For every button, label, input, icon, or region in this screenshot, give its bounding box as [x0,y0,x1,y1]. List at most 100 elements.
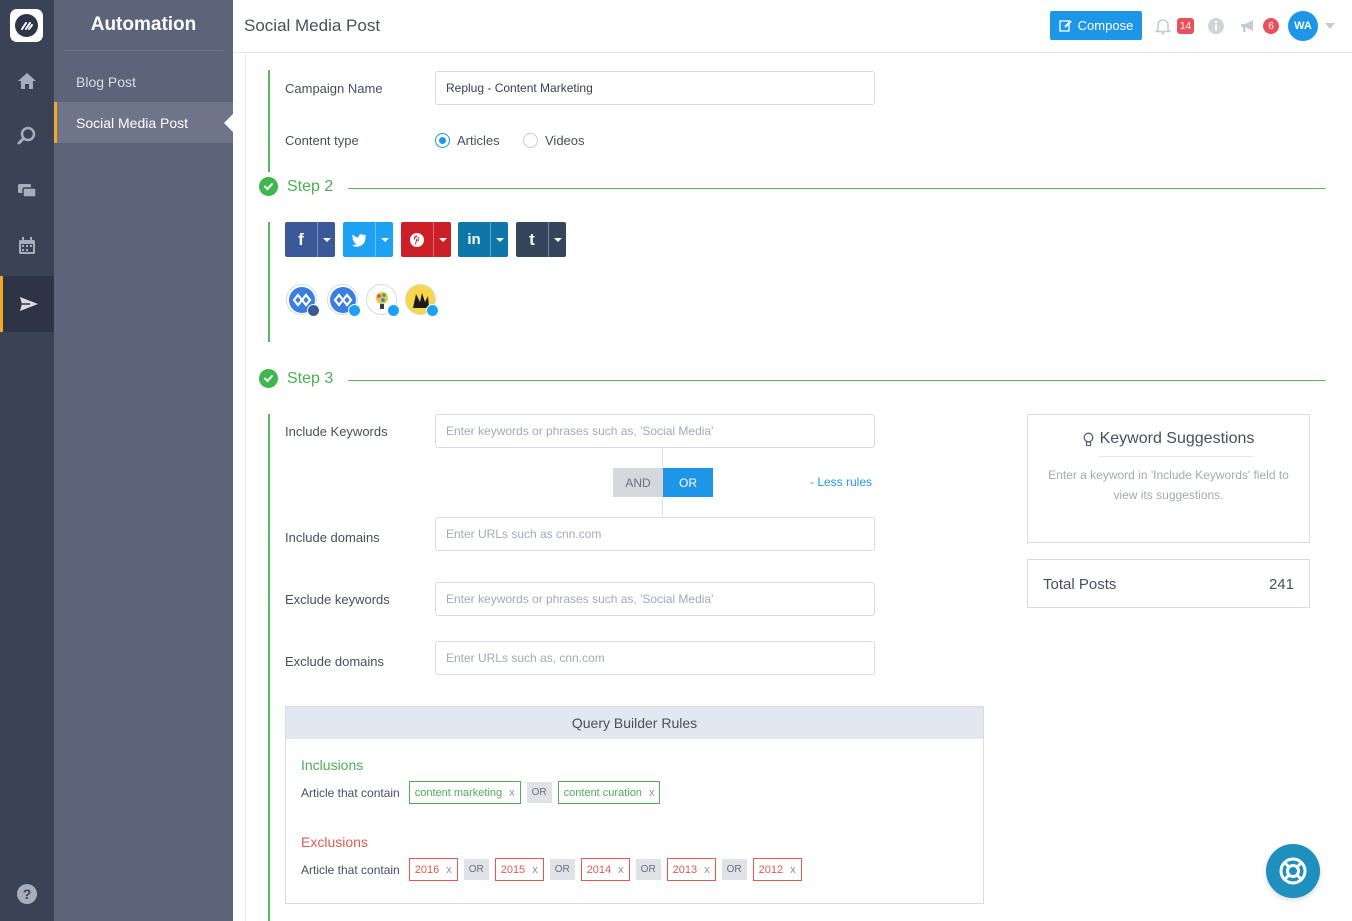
close-icon[interactable]: x [704,864,710,876]
close-icon[interactable]: x [509,787,515,799]
inclusion-chip: content marketing x [408,781,521,804]
campaign-name-label: Campaign Name [285,81,383,96]
linkedin-icon: in [467,231,481,248]
main-content: Campaign Name Replug - Content Marketing… [233,54,1352,921]
step3-divider [348,380,1325,381]
caret-down-icon[interactable] [548,222,566,257]
search-icon [17,126,36,145]
inclusions-title: Inclusions [301,757,364,773]
include-keywords-label: Include Keywords [285,424,388,439]
and-button[interactable]: AND [613,468,663,497]
check-circle-icon [259,177,278,196]
home-icon [18,73,36,89]
rail-automation[interactable] [0,276,54,332]
exclusion-chip: 2013 x [666,858,716,881]
app-logo[interactable] [10,9,43,42]
keyword-suggestions-heading: Keyword Suggestions [1028,430,1309,448]
include-domains-input[interactable]: Enter URLs such as cnn.com [435,517,875,551]
close-icon[interactable]: x [532,864,538,876]
articles-label: Articles [457,133,500,148]
suggestions-divider [1098,456,1253,457]
rail-calendar[interactable] [0,218,54,274]
chevron-down-icon[interactable] [1325,23,1335,29]
linkedin-button[interactable]: in [458,222,508,257]
pinterest-icon [401,222,433,257]
keyword-suggestions-hint: Enter a keyword in 'Include Keywords' fi… [1048,468,1289,502]
support-button[interactable] [1266,844,1320,898]
query-builder-title: Query Builder Rules [286,707,983,739]
caret-down-icon[interactable] [490,222,508,257]
megaphone-icon[interactable] [1239,16,1259,36]
exclusion-chip: 2014 x [580,858,630,881]
exclude-domains-label: Exclude domains [285,654,384,669]
exclusion-chip: 2016 x [408,858,458,881]
rail-chat[interactable] [0,163,54,219]
close-icon[interactable]: x [446,864,452,876]
include-domains-label: Include domains [285,530,380,545]
twitter-icon [343,222,375,257]
rail-search[interactable] [0,108,54,164]
avatar[interactable]: WA [1288,11,1318,41]
facebook-button[interactable]: f [285,222,335,257]
caret-down-icon[interactable] [433,222,451,257]
compose-button[interactable]: Compose [1050,11,1142,40]
tumblr-button[interactable]: t [516,222,566,257]
close-icon[interactable]: x [790,864,796,876]
twitter-icon [387,304,400,317]
exclusions-row: Article that contain 2016 x OR 2015 x OR 2… [301,858,802,881]
step3-title: Step 3 [287,369,334,387]
step2-divider [348,188,1325,189]
account-avatar[interactable] [405,284,439,317]
pinterest-button[interactable] [401,222,451,257]
caret-down-icon[interactable] [317,222,335,257]
help-icon[interactable]: ? [17,884,37,904]
content-type-videos[interactable]: Videos [523,133,585,148]
sidebar-item-social-media-post[interactable]: Social Media Post [54,102,233,143]
account-avatar[interactable] [366,284,400,317]
step1-line [268,70,270,172]
facebook-icon [307,304,320,317]
or-button[interactable]: OR [663,468,713,497]
exclusions-title: Exclusions [301,834,368,850]
page-title: Social Media Post [244,16,381,35]
exclude-keywords-input[interactable]: Enter keywords or phrases such as, 'Soci… [435,582,875,616]
account-avatar[interactable] [286,284,320,317]
close-icon[interactable]: x [649,787,655,799]
notifications-badge: 14 [1177,18,1195,34]
keyword-suggestions-panel: Keyword Suggestions Enter a keyword in '… [1027,414,1310,543]
campaign-name-input[interactable]: Replug - Content Marketing [435,71,875,105]
info-icon[interactable] [1206,16,1226,36]
top-header: Social Media Post Compose 14 6 WA [233,0,1352,53]
caret-down-icon[interactable] [375,222,393,257]
step2-line [268,222,270,342]
facebook-icon: f [298,229,304,249]
or-tag: OR [721,859,747,880]
inclusions-row: Article that contain content marketing x … [301,781,661,804]
videos-label: Videos [545,133,585,148]
and-or-toggle: AND OR [613,468,713,497]
step2-title: Step 2 [287,177,334,195]
account-avatar[interactable] [327,284,361,317]
total-posts-value: 241 [1268,576,1294,593]
send-icon [19,297,38,311]
include-keywords-input[interactable]: Enter keywords or phrases such as, 'Soci… [435,414,875,448]
exclusion-chip: 2012 x [752,858,802,881]
logo-icon [15,14,38,37]
content-type-articles[interactable]: Articles [435,133,500,148]
compose-label: Compose [1077,18,1134,33]
twitter-icon [426,304,439,317]
or-tag: OR [463,859,489,880]
twitter-button[interactable] [343,222,393,257]
inclusions-row-label: Article that contain [301,785,400,800]
rail-home[interactable] [0,53,54,109]
inclusion-chip: content curation x [557,781,661,804]
step2-header: Step 2 [259,177,333,196]
radio-unselected-icon [523,133,538,148]
bell-icon[interactable] [1153,16,1173,36]
sidebar-item-blog-post[interactable]: Blog Post [54,61,233,102]
exclude-domains-input[interactable]: Enter URLs such as, cnn.com [435,641,875,675]
close-icon[interactable]: x [618,864,624,876]
less-rules-link[interactable]: - Less rules [810,475,872,489]
or-tag: OR [526,782,552,803]
twitter-icon [348,304,361,317]
